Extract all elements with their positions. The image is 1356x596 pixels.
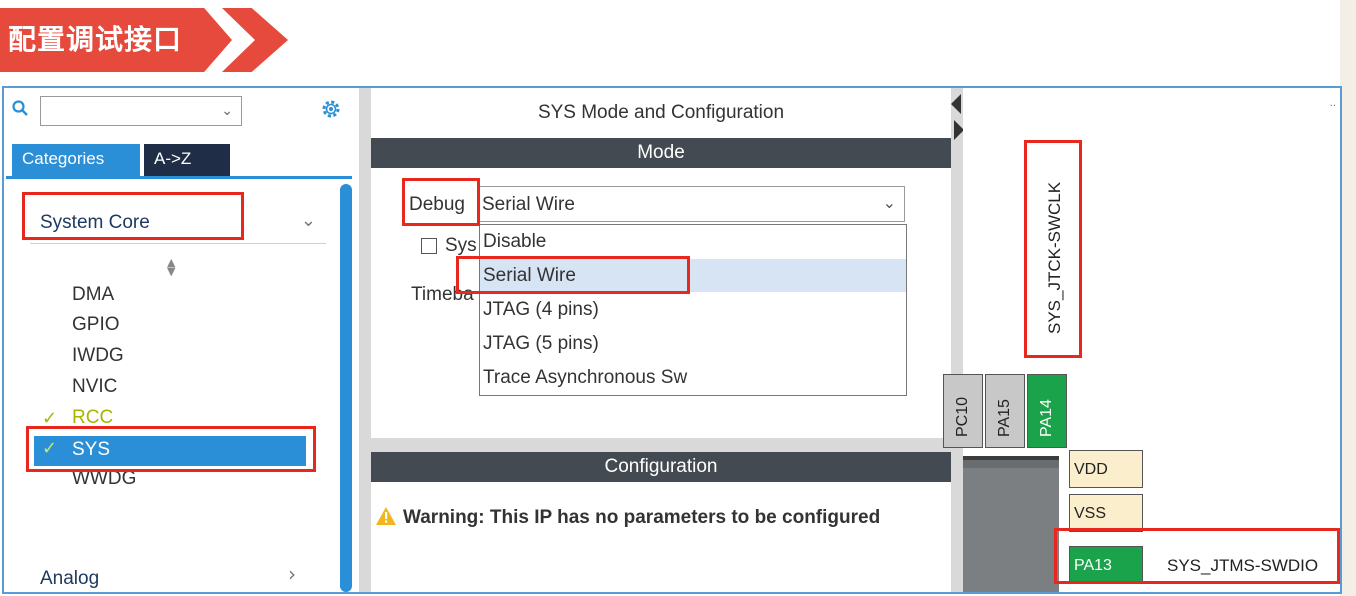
- search-input[interactable]: ⌄: [40, 96, 242, 126]
- right-edge-strip: [1340, 0, 1356, 596]
- debug-option-disable[interactable]: Disable: [480, 225, 906, 258]
- tab-a-to-z[interactable]: A->Z: [144, 144, 230, 176]
- search-icon[interactable]: [12, 100, 28, 116]
- pin-vdd[interactable]: VDD: [1069, 450, 1143, 488]
- banner-title: 配置调试接口: [0, 8, 232, 72]
- configuration-header: Configuration: [371, 452, 951, 482]
- collapse-left-icon[interactable]: [951, 94, 961, 114]
- pin-pa15-label: PA15: [996, 399, 1013, 437]
- cubemx-window: ⌄ Categories A->Z System Core ⌄ ▲ ▼ DMA G…: [2, 86, 1342, 594]
- warning-icon: [376, 507, 396, 525]
- warning-text: Warning: This IP has no parameters to be…: [403, 507, 881, 528]
- mcu-chip-inner: [963, 468, 1059, 592]
- chevron-right-icon[interactable]: ›: [288, 562, 296, 586]
- check-icon: ✓: [42, 408, 58, 429]
- pin-label-swclk: SYS_JTCK-SWCLK: [1045, 181, 1064, 334]
- tree-item-sys-label: SYS: [72, 439, 111, 460]
- debug-option-trace-async[interactable]: Trace Asynchronous Sw: [480, 361, 906, 394]
- timebase-label: Timeba: [411, 284, 474, 305]
- category-analog[interactable]: Analog: [40, 568, 99, 590]
- banner: 配置调试接口: [0, 0, 1356, 86]
- check-icon: ✓: [42, 438, 58, 459]
- tree-item-sys[interactable]: ✓ SYS: [34, 436, 306, 466]
- panel-divider[interactable]: [359, 88, 371, 592]
- tree-item-gpio[interactable]: GPIO: [72, 314, 120, 336]
- sort-icon[interactable]: ▲ ▼: [167, 257, 175, 277]
- tree-scrollbar[interactable]: [340, 184, 352, 592]
- debug-option-jtag-4[interactable]: JTAG (4 pins): [480, 293, 906, 326]
- more-icon[interactable]: ..: [1330, 98, 1336, 109]
- panel-divider[interactable]: [951, 88, 963, 592]
- tab-categories[interactable]: Categories: [12, 144, 140, 176]
- tree-item-wwdg[interactable]: WWDG: [72, 468, 136, 490]
- chevron-down-icon[interactable]: ⌄: [883, 193, 896, 212]
- chevron-down-icon: ⌄: [300, 210, 316, 231]
- debug-select[interactable]: Serial Wire ⌄: [477, 186, 905, 222]
- tree-item-iwdg[interactable]: IWDG: [72, 345, 124, 367]
- mcu-chip-body: [963, 456, 1059, 592]
- category-system-core[interactable]: System Core ⌄: [30, 204, 326, 244]
- pin-vss[interactable]: VSS: [1069, 494, 1143, 532]
- debug-label: Debug: [409, 194, 465, 215]
- chevron-down-icon[interactable]: ⌄: [221, 103, 233, 119]
- tab-underline: [6, 176, 352, 179]
- pin-pa15[interactable]: PA15: [985, 374, 1025, 448]
- sys-config-panel: SYS Mode and Configuration Mode Debug Se…: [371, 88, 951, 592]
- tree-item-nvic[interactable]: NVIC: [72, 376, 117, 398]
- gear-icon[interactable]: [320, 98, 342, 120]
- tree-item-rcc[interactable]: RCC: [72, 407, 113, 429]
- pin-pa14[interactable]: PA14: [1027, 374, 1067, 448]
- debug-option-jtag-5[interactable]: JTAG (5 pins): [480, 327, 906, 360]
- sys-wakeup-checkbox[interactable]: [421, 238, 437, 254]
- pin-label-swdio: SYS_JTMS-SWDIO: [1167, 556, 1319, 575]
- tree-item-dma[interactable]: DMA: [72, 284, 114, 306]
- pin-pa13[interactable]: PA13: [1069, 546, 1143, 584]
- pin-pc10[interactable]: PC10: [943, 374, 983, 448]
- debug-option-serial-wire[interactable]: Serial Wire: [480, 259, 906, 292]
- sys-wakeup-label: Sys: [445, 235, 477, 256]
- ip-tree-panel: ⌄ Categories A->Z System Core ⌄ ▲ ▼ DMA G…: [4, 88, 359, 592]
- section-separator[interactable]: [371, 438, 951, 452]
- pin-pa14-label: PA14: [1038, 399, 1055, 437]
- debug-dropdown-list: Disable Serial Wire JTAG (4 pins) JTAG (…: [479, 224, 907, 396]
- panel-title: SYS Mode and Configuration: [537, 102, 785, 123]
- debug-select-value: Serial Wire: [482, 194, 575, 215]
- mode-header: Mode: [371, 138, 951, 168]
- warning-message: Warning: This IP has no parameters to be…: [375, 506, 880, 529]
- category-label: System Core: [40, 212, 150, 233]
- pinout-view: .. SYS_JTCK-SWCLK PC10 PA15 PA14 VDD VSS…: [943, 88, 1340, 592]
- pin-pc10-label: PC10: [954, 396, 971, 437]
